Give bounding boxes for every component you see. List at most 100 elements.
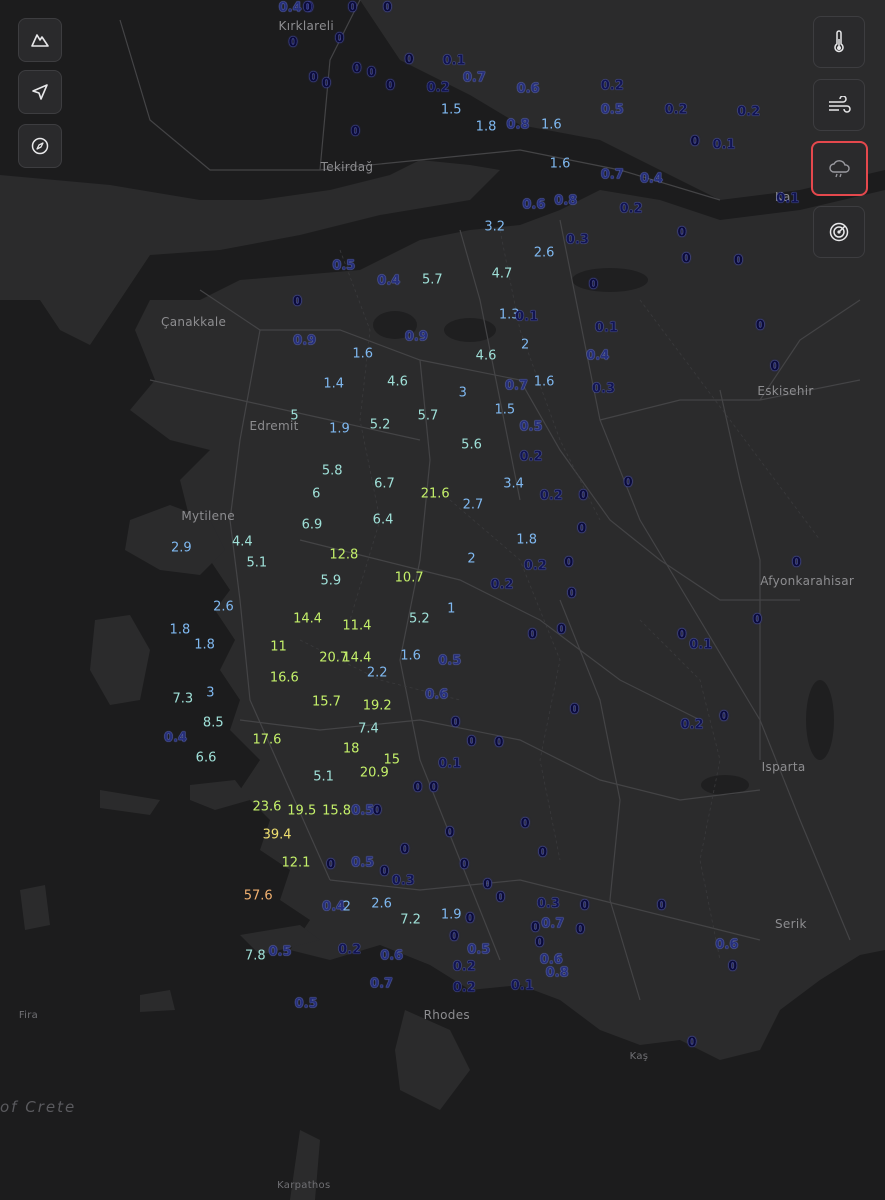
precip-value[interactable]: 0.2 [338, 944, 361, 957]
precip-value[interactable]: 0.1 [515, 310, 538, 323]
precip-value[interactable]: 0 [531, 921, 540, 934]
precip-value[interactable]: 4.6 [476, 349, 497, 362]
precip-value[interactable]: 0.5 [601, 103, 624, 116]
precip-value[interactable]: 0 [770, 361, 779, 374]
precip-value[interactable]: 0 [400, 843, 409, 856]
precip-value[interactable]: 20.9 [360, 767, 389, 780]
precip-value[interactable]: 0 [348, 2, 357, 15]
precip-value[interactable]: 0 [450, 931, 459, 944]
precip-value[interactable]: 1.6 [534, 375, 555, 388]
compass-button[interactable] [18, 124, 62, 168]
precip-value[interactable]: 6.6 [196, 752, 217, 765]
precip-value[interactable]: 0.1 [595, 321, 618, 334]
precip-value[interactable]: 17.6 [252, 733, 281, 746]
precip-value[interactable]: 0 [460, 858, 469, 871]
precip-value[interactable]: 0.2 [737, 105, 760, 118]
precip-value[interactable]: 0 [528, 629, 537, 642]
precip-value[interactable]: 11.4 [342, 620, 371, 633]
precip-value[interactable]: 0.1 [712, 139, 735, 152]
precip-value[interactable]: 5.2 [409, 612, 430, 625]
precip-value[interactable]: 0.9 [405, 331, 428, 344]
precip-value[interactable]: 0 [567, 588, 576, 601]
wind-layer-button[interactable] [813, 79, 865, 131]
precip-value[interactable]: 0 [682, 253, 691, 266]
precip-value[interactable]: 0.2 [524, 560, 547, 573]
precip-value[interactable]: 5.1 [246, 556, 267, 569]
precip-value[interactable]: 0 [579, 489, 588, 502]
precip-value[interactable]: 1.9 [329, 422, 350, 435]
precip-value[interactable]: 0 [688, 1037, 697, 1050]
precip-value[interactable]: 6.4 [373, 513, 394, 526]
precip-value[interactable]: 0 [728, 961, 737, 974]
precip-value[interactable]: 0.2 [540, 489, 563, 502]
precip-value[interactable]: 12.1 [281, 856, 310, 869]
precip-value[interactable]: 0 [690, 135, 699, 148]
precip-value[interactable]: 0.6 [517, 83, 540, 96]
precip-value[interactable]: 0.4 [586, 349, 609, 362]
weather-map[interactable]: Kırklareli Tekirdağ Çanakkale Edremit Mytile… [0, 0, 885, 1200]
precip-value[interactable]: 0 [335, 33, 344, 46]
precip-value[interactable]: 15.7 [312, 696, 341, 709]
precip-value[interactable]: 21.6 [421, 487, 450, 500]
precip-value[interactable]: 0 [352, 62, 361, 75]
precip-value[interactable]: 2 [467, 553, 475, 566]
precip-value[interactable]: 8.5 [203, 716, 224, 729]
precip-value[interactable]: 1 [447, 603, 455, 616]
precip-value[interactable]: 6.7 [374, 478, 395, 491]
precip-value[interactable]: 0 [429, 782, 438, 795]
precip-value[interactable]: 0 [293, 295, 302, 308]
precip-value[interactable]: 39.4 [263, 828, 292, 841]
precip-value[interactable]: 0 [413, 782, 422, 795]
precip-value[interactable]: 4.4 [232, 536, 253, 549]
precip-value[interactable]: 0.1 [443, 55, 466, 68]
precip-value[interactable]: 0.2 [620, 202, 643, 215]
precip-value[interactable]: 0.5 [351, 856, 374, 869]
precip-value[interactable]: 0.5 [332, 260, 355, 273]
precip-value[interactable]: 2.9 [171, 541, 192, 554]
precip-value[interactable]: 0.4 [377, 275, 400, 288]
precip-value[interactable]: 0.6 [715, 938, 738, 951]
precip-value[interactable]: 2 [521, 338, 529, 351]
precip-value[interactable]: 6 [312, 487, 320, 500]
precip-value[interactable]: 0.5 [351, 804, 374, 817]
precip-value[interactable]: 0.7 [463, 72, 486, 85]
precip-value[interactable]: 0.2 [681, 718, 704, 731]
precip-value[interactable]: 0 [577, 523, 586, 536]
precip-value[interactable]: 57.6 [244, 890, 273, 903]
precip-value[interactable]: 0.6 [380, 949, 403, 962]
precip-value[interactable]: 0.2 [665, 103, 688, 116]
precip-value[interactable]: 0 [289, 36, 298, 49]
precip-value[interactable]: 0 [521, 817, 530, 830]
precip-value[interactable]: 0.1 [438, 757, 461, 770]
precip-value[interactable]: 7.4 [358, 722, 379, 735]
precip-value[interactable]: 0 [576, 923, 585, 936]
precip-value[interactable]: 0.4 [279, 2, 302, 15]
precip-value[interactable]: 15 [383, 754, 400, 767]
precip-value[interactable]: 0 [756, 320, 765, 333]
precip-value[interactable]: 11 [270, 640, 287, 653]
precip-value[interactable]: 0 [589, 279, 598, 292]
precip-value[interactable]: 0 [405, 53, 414, 66]
precip-value[interactable]: 3 [206, 687, 214, 700]
precip-value[interactable]: 0 [564, 556, 573, 569]
precip-value[interactable]: 0 [373, 804, 382, 817]
precip-value[interactable]: 0.2 [453, 961, 476, 974]
precip-value[interactable]: 1.6 [541, 118, 562, 131]
precip-value[interactable]: 12.8 [329, 549, 358, 562]
precip-value[interactable]: 0 [466, 912, 475, 925]
precip-value[interactable]: 0 [496, 892, 505, 905]
precip-value[interactable]: 5.7 [422, 273, 443, 286]
precip-value[interactable]: 0 [322, 77, 331, 90]
precip-value[interactable]: 0.5 [268, 946, 291, 959]
precip-value[interactable]: 0 [624, 476, 633, 489]
precip-value[interactable]: 5.7 [418, 409, 439, 422]
precip-value[interactable]: 5.2 [370, 418, 391, 431]
precip-value[interactable]: 0.8 [554, 195, 577, 208]
precip-value[interactable]: 0.8 [506, 118, 529, 131]
precip-value[interactable]: 0 [657, 899, 666, 912]
radar-layer-button[interactable] [813, 206, 865, 258]
precip-value[interactable]: 0.9 [293, 334, 316, 347]
precip-value[interactable]: 1.4 [323, 377, 344, 390]
precip-value[interactable]: 0.1 [776, 193, 799, 206]
precip-value[interactable]: 0.1 [689, 638, 712, 651]
